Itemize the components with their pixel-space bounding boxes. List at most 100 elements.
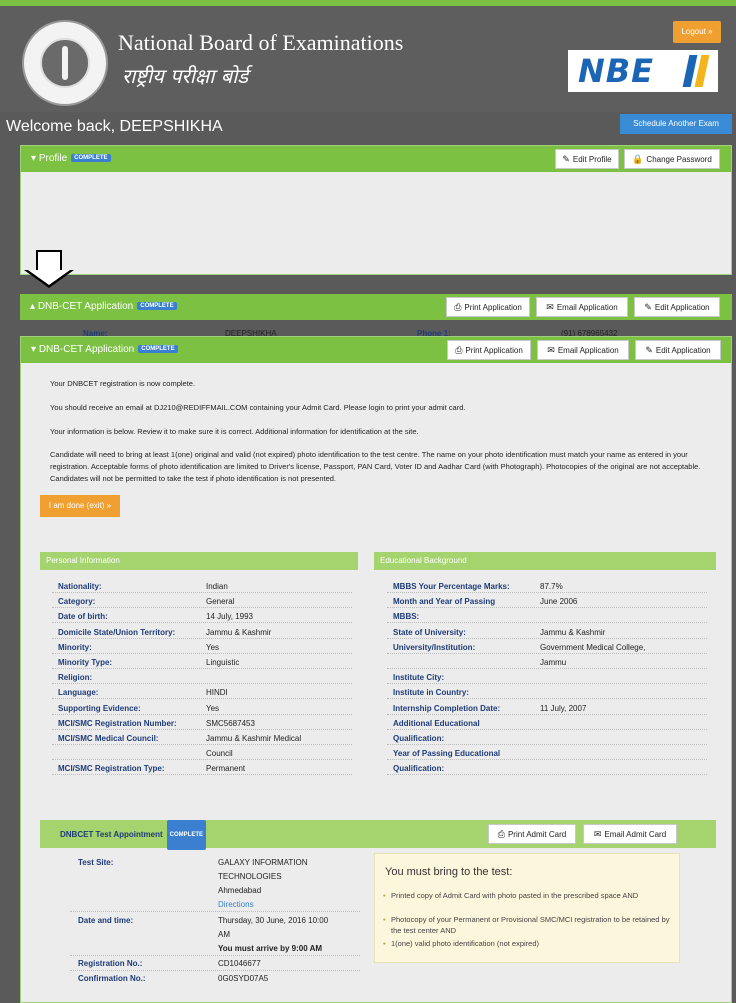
field-label: State of University:	[393, 627, 466, 637]
field-value: SMC5687453	[206, 718, 255, 728]
field-label: Internship Completion Date:	[393, 703, 501, 713]
email-application-button[interactable]: ✉ Email Application	[536, 297, 628, 317]
profile-title[interactable]: ProfileCOMPLETE	[31, 153, 111, 164]
print-admit-card-button[interactable]: ⎙ Print Admit Card	[488, 824, 576, 844]
row-divider	[52, 607, 352, 609]
date-time-line-2: AM	[218, 930, 230, 939]
bring-item: 1(one) valid photo identification (not e…	[383, 938, 671, 949]
field-label: Qualification:	[393, 764, 445, 774]
field-label: Domicile State/Union Territory:	[58, 627, 176, 637]
field-label: Minority:	[58, 642, 92, 652]
bring-to-test-box: You must bring to the test: Printed copy…	[374, 853, 680, 963]
bring-item: Photocopy of your Permanent or Provision…	[383, 914, 671, 936]
edit-icon: ✎	[645, 345, 653, 355]
field-label: Category:	[58, 597, 96, 607]
field-value: Jammu & Kashmir Medical	[206, 734, 302, 743]
row-divider	[387, 713, 707, 715]
org-name-hindi: राष्ट्रीय परीक्षा बोर्ड	[122, 64, 249, 88]
application-title[interactable]: DNB-CET ApplicationCOMPLETE	[31, 344, 178, 355]
field-label: MCI/SMC Registration Type:	[58, 764, 165, 774]
bring-item: Printed copy of Admit Card with photo pa…	[383, 890, 671, 901]
printer-icon: ⎙	[454, 302, 462, 312]
row-divider	[52, 668, 352, 669]
print-application-button[interactable]: ⎙ Print Application	[446, 297, 530, 317]
nbe-logo: NBE	[568, 50, 718, 92]
education-header: Educational Background	[374, 552, 716, 570]
print-application-button[interactable]: ⎙ Print Application	[447, 340, 531, 360]
done-exit-button[interactable]: I am done (exit) »	[40, 495, 120, 517]
org-name-english: National Board of Examinations	[118, 30, 404, 55]
application-collapsed-title[interactable]: DNB-CET ApplicationCOMPLETE	[30, 301, 177, 312]
email-admit-card-button[interactable]: ✉ Email Admit Card	[583, 824, 677, 844]
printer-icon: ⎙	[497, 829, 505, 839]
date-time-line-1: Thursday, 30 June, 2016 10:00	[218, 916, 329, 925]
row-divider	[387, 698, 707, 700]
complete-badge: COMPLETE	[71, 154, 111, 163]
row-divider	[387, 744, 707, 745]
row-divider	[387, 728, 707, 730]
field-label: Supporting Evidence:	[58, 703, 141, 713]
field-value: 14 July, 1993	[206, 612, 253, 622]
confirmation-no-value: 0G0SYD07A5	[218, 974, 269, 983]
edit-profile-button[interactable]: ✎ Edit Profile	[555, 149, 619, 169]
field-label: University/Institution:	[393, 642, 476, 652]
test-site-label: Test Site:	[78, 858, 114, 867]
envelope-icon: ✉	[547, 345, 555, 355]
field-value: 87.7%	[540, 582, 563, 591]
field-value: Indian	[206, 582, 228, 591]
printer-icon: ⎙	[455, 345, 463, 355]
complete-badge: COMPLETE	[138, 345, 178, 354]
test-site-line-1: GALAXY INFORMATION	[218, 858, 308, 867]
row-divider	[387, 668, 707, 669]
field-value: Linguistic	[206, 658, 240, 667]
field-value: Government Medical College,	[540, 642, 646, 652]
edit-application-button[interactable]: ✎ Edit Application	[635, 340, 721, 360]
field-label: Month and Year of Passing	[393, 597, 496, 607]
complete-badge: COMPLETE	[166, 820, 207, 850]
application-collapsed-header[interactable]: DNB-CET ApplicationCOMPLETE ⎙Print Appli…	[20, 294, 732, 320]
change-password-button[interactable]: 🔒 Change Password	[624, 149, 720, 169]
row-divider	[387, 774, 707, 776]
row-divider	[52, 713, 352, 715]
field-label: Date of birth:	[58, 612, 108, 622]
row-divider	[52, 698, 352, 700]
test-site-line-2: TECHNOLOGIES	[218, 872, 282, 881]
complete-badge: COMPLETE	[137, 302, 177, 311]
row-divider	[52, 652, 352, 654]
field-label: MBBS Your Percentage Marks:	[393, 582, 510, 591]
envelope-icon: ✉	[546, 302, 554, 312]
field-label: MBBS:	[393, 612, 420, 622]
row-divider	[387, 622, 707, 624]
row-divider	[387, 637, 707, 639]
bring-title: You must bring to the test:	[385, 866, 513, 878]
site-header: National Board of Examinations राष्ट्रीय…	[0, 0, 736, 112]
row-divider	[52, 774, 352, 776]
email-notice-text: You should receive an email at DJ210@RED…	[50, 403, 466, 412]
field-value: Yes	[206, 642, 220, 652]
field-label: Language:	[58, 688, 99, 698]
field-label: Year of Passing Educational	[393, 749, 501, 759]
row-divider	[52, 637, 352, 639]
row-divider	[387, 683, 707, 685]
identification-instructions: Candidate will need to bring at least 1(…	[50, 450, 701, 483]
email-application-button[interactable]: ✉ Email Application	[537, 340, 629, 360]
field-label: Additional Educational	[393, 718, 480, 728]
edit-icon: ✎	[644, 302, 652, 312]
logout-button[interactable]: Logout »	[673, 21, 721, 43]
schedule-another-exam-button[interactable]: Schedule Another Exam	[620, 114, 732, 134]
edit-application-button[interactable]: ✎ Edit Application	[634, 297, 720, 317]
field-label: Religion:	[58, 673, 93, 683]
field-value: Council	[206, 749, 233, 759]
field-label: MCI/SMC Medical Council:	[58, 734, 159, 743]
field-value: Jammu & Kashmir	[206, 627, 272, 637]
personal-info-header: Personal Information	[40, 552, 358, 570]
application-header[interactable]: DNB-CET ApplicationCOMPLETE ⎙Print Appli…	[21, 337, 731, 363]
row-divider	[52, 728, 352, 730]
welcome-heading: Welcome back, DEEPSHIKHA	[6, 118, 223, 135]
field-value: Jammu & Kashmir	[540, 627, 606, 637]
field-value: Permanent	[206, 764, 246, 774]
row-divider	[387, 759, 707, 761]
directions-link[interactable]: Directions	[218, 900, 254, 909]
edit-icon: ✎	[562, 154, 570, 164]
profile-header[interactable]: ProfileCOMPLETE ✎Edit Profile 🔒Change Pa…	[21, 146, 731, 172]
